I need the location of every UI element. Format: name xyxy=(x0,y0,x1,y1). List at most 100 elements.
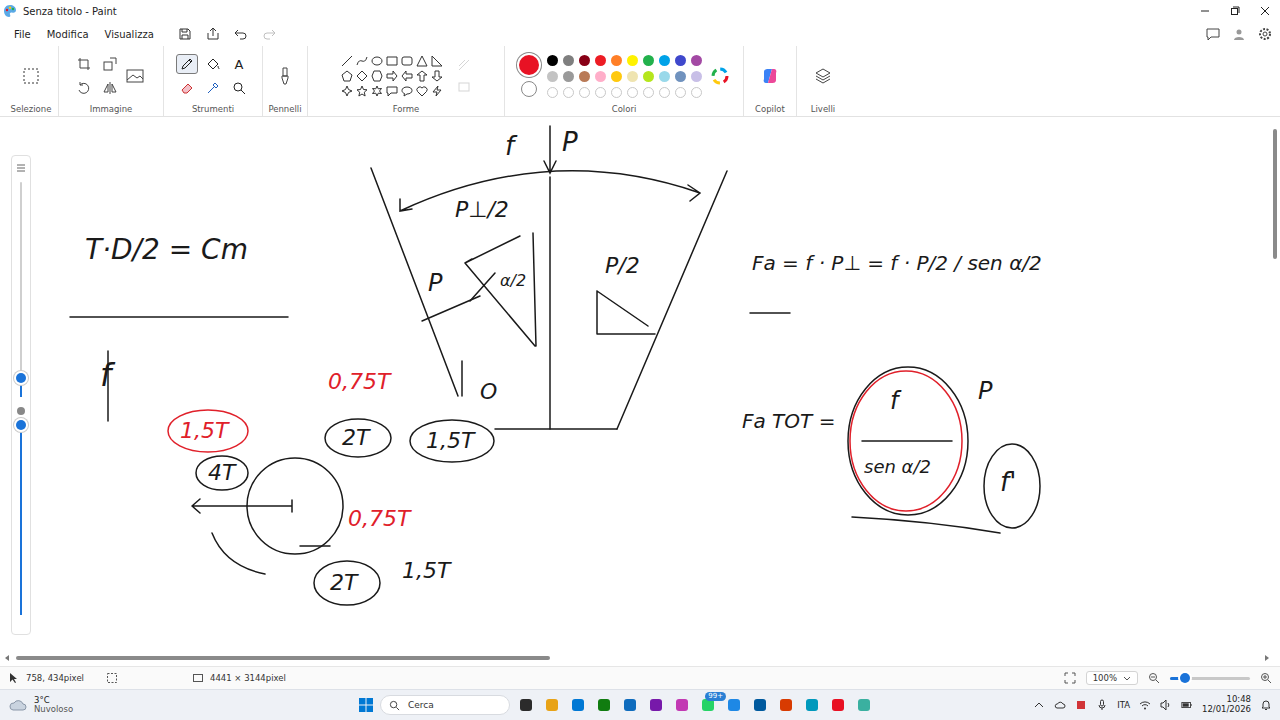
shape-icon[interactable] xyxy=(341,55,353,67)
shape-icon[interactable] xyxy=(341,85,353,97)
undo-icon[interactable] xyxy=(234,27,248,41)
color-wheel-icon[interactable] xyxy=(710,66,730,86)
shape-icon[interactable] xyxy=(386,85,398,97)
color-swatch[interactable] xyxy=(611,71,622,82)
flip-icon[interactable] xyxy=(103,81,117,95)
shape-icon[interactable] xyxy=(416,85,428,97)
shape-icon[interactable] xyxy=(416,55,428,67)
custom-color-slot[interactable] xyxy=(659,87,670,98)
taskbar-search[interactable]: Cerca xyxy=(380,695,510,715)
zoom-slider[interactable] xyxy=(1170,677,1250,680)
vertical-slider[interactable] xyxy=(20,182,22,397)
shape-icon[interactable] xyxy=(431,70,443,82)
layers-icon[interactable] xyxy=(813,66,833,86)
shape-icon[interactable] xyxy=(371,55,383,67)
maximize-icon[interactable] xyxy=(1230,6,1240,16)
custom-color-slot[interactable] xyxy=(595,87,606,98)
speaker-icon[interactable] xyxy=(1160,699,1172,711)
comment-icon[interactable] xyxy=(1206,27,1220,41)
slider-knob[interactable] xyxy=(16,373,26,383)
shape-icon[interactable] xyxy=(371,70,383,82)
menu-item[interactable]: Modifica xyxy=(41,27,95,42)
shape-icon[interactable] xyxy=(401,70,413,82)
taskbar-app[interactable] xyxy=(568,694,588,716)
color-swatch[interactable] xyxy=(563,55,574,66)
color-swatch[interactable] xyxy=(579,71,590,82)
tool-button[interactable] xyxy=(176,78,198,98)
resize-icon[interactable] xyxy=(103,57,117,71)
taskbar-app[interactable] xyxy=(516,694,536,716)
scroll-right-icon[interactable] xyxy=(1264,655,1270,661)
color-swatch[interactable] xyxy=(547,71,558,82)
horizontal-scrollbar[interactable] xyxy=(4,654,1270,662)
shape-icon[interactable] xyxy=(356,85,368,97)
clock[interactable]: 10:4812/01/2026 xyxy=(1202,695,1251,715)
menu-item[interactable]: Visualizza xyxy=(99,27,160,42)
vertical-slider[interactable] xyxy=(20,425,22,615)
calendar-icon[interactable] xyxy=(1075,699,1087,711)
color-swatch[interactable] xyxy=(627,55,638,66)
chevron-up-icon[interactable] xyxy=(1033,699,1045,711)
shape-icon[interactable] xyxy=(401,85,413,97)
shape-icon[interactable] xyxy=(386,55,398,67)
color-swatch[interactable] xyxy=(675,55,686,66)
tool-button[interactable] xyxy=(202,78,224,98)
rotate-icon[interactable] xyxy=(77,81,91,95)
brush-icon[interactable] xyxy=(275,66,295,86)
color-swatch[interactable] xyxy=(611,55,622,66)
color-swatch[interactable] xyxy=(659,71,670,82)
taskbar-app[interactable] xyxy=(594,694,614,716)
microphone-icon[interactable] xyxy=(1096,699,1108,711)
taskbar-app[interactable] xyxy=(672,694,692,716)
cloud-sync-icon[interactable] xyxy=(1054,699,1066,711)
taskbar-app[interactable] xyxy=(724,694,744,716)
color-swatch[interactable] xyxy=(547,55,558,66)
secondary-color[interactable] xyxy=(521,81,537,97)
shape-icon[interactable] xyxy=(431,55,443,67)
zoom-in-icon[interactable] xyxy=(1260,672,1272,684)
account-icon[interactable] xyxy=(1232,27,1246,41)
slider-knob[interactable] xyxy=(16,420,26,430)
color-swatch[interactable] xyxy=(643,71,654,82)
selection-icon[interactable] xyxy=(21,66,41,86)
taskbar-app[interactable] xyxy=(828,694,848,716)
notification-bell-icon[interactable] xyxy=(1260,699,1272,711)
shape-icon[interactable] xyxy=(356,55,368,67)
color-swatch[interactable] xyxy=(627,71,638,82)
color-swatch[interactable] xyxy=(579,55,590,66)
windows-start-icon[interactable] xyxy=(358,697,374,713)
vertical-scrollbar[interactable] xyxy=(1273,129,1277,649)
taskbar-app[interactable] xyxy=(854,694,874,716)
shape-icon[interactable] xyxy=(401,55,413,67)
save-icon[interactable] xyxy=(178,27,192,41)
redo-icon[interactable] xyxy=(262,27,276,41)
tool-button[interactable] xyxy=(202,54,224,74)
battery-icon[interactable] xyxy=(1181,699,1193,711)
color-swatch[interactable] xyxy=(675,71,686,82)
custom-color-slot[interactable] xyxy=(579,87,590,98)
custom-color-slot[interactable] xyxy=(627,87,638,98)
crop-icon[interactable] xyxy=(77,57,91,71)
wifi-icon[interactable] xyxy=(1139,699,1151,711)
zoom-out-icon[interactable] xyxy=(1148,672,1160,684)
share-icon[interactable] xyxy=(206,27,220,41)
color-swatch[interactable] xyxy=(595,71,606,82)
close-icon[interactable] xyxy=(1260,6,1270,16)
taskbar-app[interactable] xyxy=(750,694,770,716)
menu-item[interactable]: File xyxy=(8,27,37,42)
copilot-icon[interactable] xyxy=(760,66,780,86)
taskbar-app[interactable] xyxy=(542,694,562,716)
tool-button[interactable]: A xyxy=(228,54,250,74)
color-swatch[interactable] xyxy=(659,55,670,66)
input-language[interactable]: ITA xyxy=(1117,700,1130,710)
shape-icon[interactable] xyxy=(416,70,428,82)
custom-color-slot[interactable] xyxy=(675,87,686,98)
shape-icon[interactable] xyxy=(371,85,383,97)
minimize-icon[interactable] xyxy=(1200,6,1210,16)
custom-color-slot[interactable] xyxy=(563,87,574,98)
fit-to-window-icon[interactable] xyxy=(1064,672,1076,684)
color-swatch[interactable] xyxy=(691,55,702,66)
shape-icon[interactable] xyxy=(431,85,443,97)
primary-color[interactable] xyxy=(519,55,539,75)
color-swatch[interactable] xyxy=(595,55,606,66)
